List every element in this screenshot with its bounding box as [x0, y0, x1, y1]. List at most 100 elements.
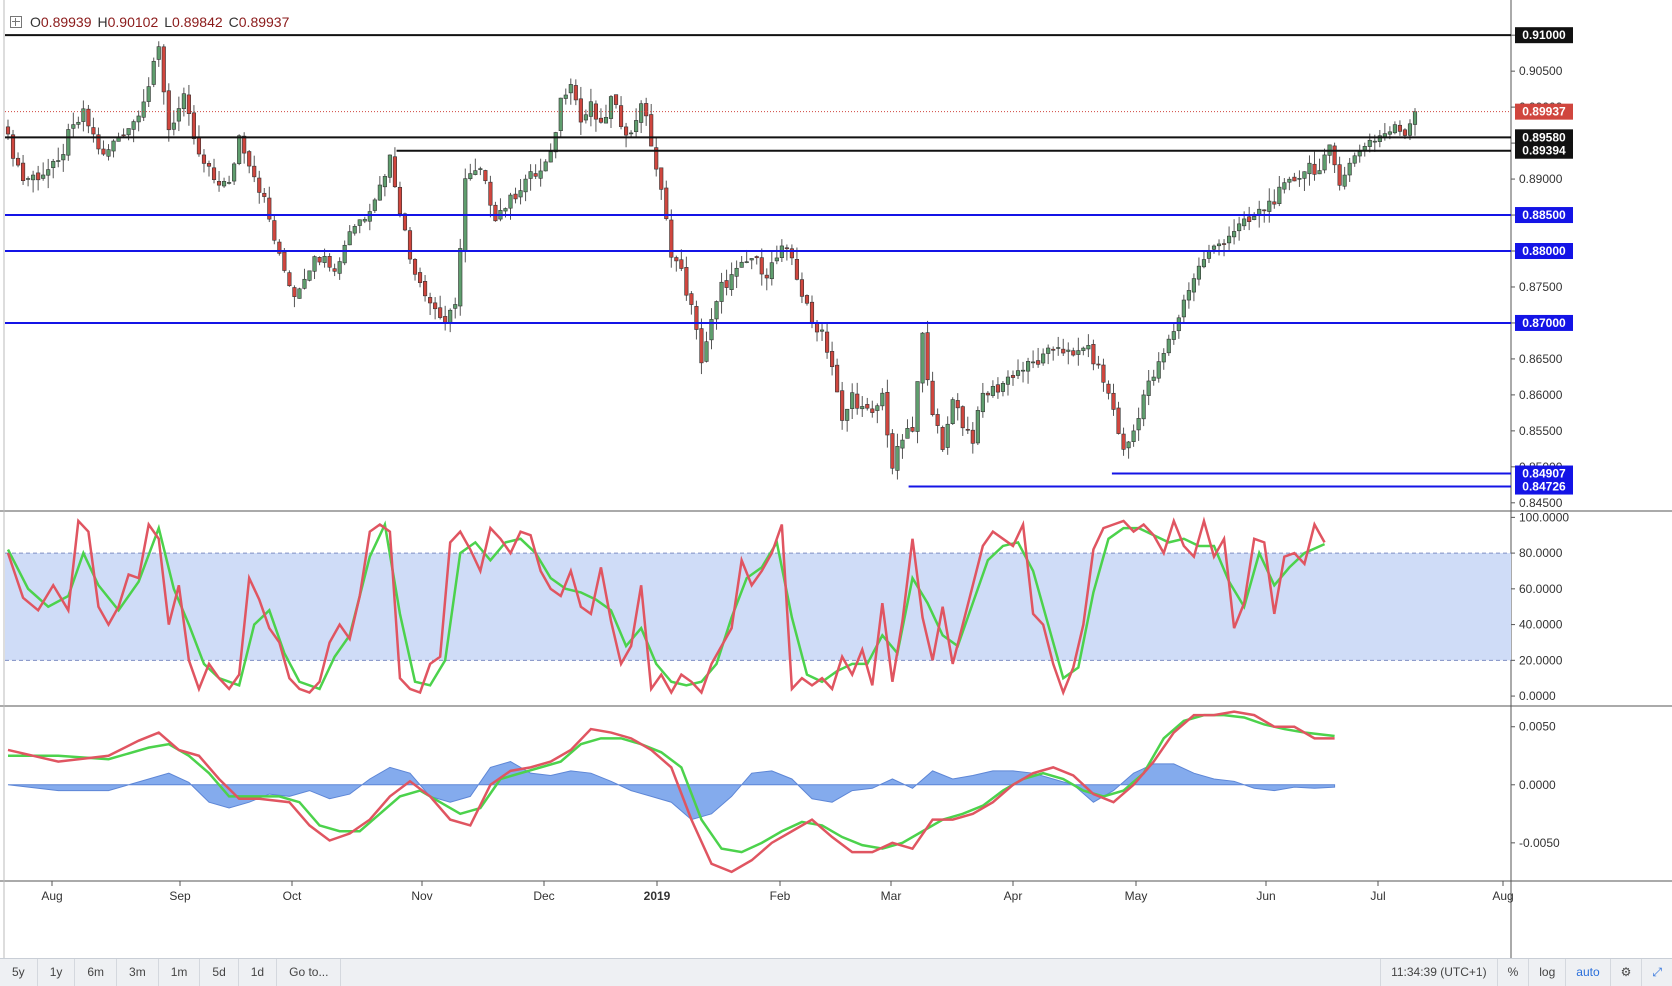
- candle: [156, 46, 161, 60]
- candle: [1086, 345, 1091, 350]
- candle: [950, 399, 955, 424]
- log-toggle[interactable]: log: [1528, 959, 1565, 986]
- candle: [769, 262, 774, 280]
- candle: [573, 85, 578, 101]
- candle: [438, 307, 443, 318]
- candle: [272, 220, 277, 241]
- stoch-tick-label: 0.0000: [1519, 689, 1556, 703]
- range-3m-button[interactable]: 3m: [117, 959, 159, 986]
- candle: [995, 384, 1000, 393]
- candle: [890, 433, 895, 469]
- candle: [749, 258, 754, 261]
- candle: [307, 270, 312, 281]
- candle: [809, 301, 815, 323]
- candle: [131, 121, 136, 130]
- candle: [784, 247, 789, 250]
- candle: [1066, 349, 1071, 352]
- candle: [26, 178, 31, 180]
- candle: [1357, 151, 1362, 157]
- candle: [955, 400, 960, 409]
- candle: [458, 248, 463, 307]
- candle: [171, 122, 176, 130]
- candle: [1302, 171, 1307, 179]
- fullscreen-icon[interactable]: ⤢: [1641, 959, 1672, 986]
- range-5y-button[interactable]: 5y: [0, 959, 38, 986]
- candle: [51, 160, 56, 169]
- range-1m-button[interactable]: 1m: [159, 959, 201, 986]
- candle: [694, 306, 699, 330]
- candle: [367, 211, 372, 222]
- candle: [206, 163, 212, 167]
- candle: [538, 170, 543, 179]
- candle: [1161, 353, 1166, 363]
- candle: [965, 428, 970, 431]
- candle: [81, 108, 86, 122]
- candle: [975, 410, 980, 444]
- candle: [774, 257, 779, 262]
- candle: [794, 259, 799, 280]
- candle: [533, 173, 538, 177]
- open-label: O0.89939: [30, 14, 92, 30]
- close-label: C0.89937: [228, 14, 290, 30]
- range-5d-button[interactable]: 5d: [200, 959, 239, 986]
- range-1y-button[interactable]: 1y: [38, 959, 76, 986]
- candle: [417, 272, 423, 283]
- range-1d-button[interactable]: 1d: [239, 959, 278, 986]
- time-tick-label: Jul: [1370, 889, 1385, 903]
- candle: [523, 178, 528, 193]
- candle: [257, 177, 262, 193]
- candle: [885, 391, 890, 436]
- candle: [1287, 178, 1292, 183]
- candle: [201, 154, 207, 164]
- candle: [483, 170, 488, 182]
- settings-gear-icon[interactable]: ⚙: [1609, 959, 1642, 986]
- candle: [1005, 376, 1011, 385]
- percent-toggle[interactable]: %: [1496, 959, 1529, 986]
- candle: [1106, 383, 1111, 394]
- candle: [412, 259, 418, 275]
- candle: [764, 274, 769, 279]
- candle: [292, 287, 297, 297]
- candle: [618, 105, 624, 127]
- candle: [830, 351, 835, 368]
- candle: [905, 428, 910, 439]
- candle: [166, 90, 171, 131]
- stoch-tick-label: 40.0000: [1519, 618, 1563, 632]
- candle: [56, 160, 61, 162]
- time-tick-label: Feb: [770, 889, 791, 903]
- range-6m-button[interactable]: 6m: [75, 959, 118, 986]
- candle: [382, 176, 387, 188]
- candle: [990, 385, 995, 396]
- candle: [1342, 174, 1347, 187]
- candle: [211, 167, 217, 180]
- candle: [1257, 208, 1262, 216]
- candle: [1221, 243, 1227, 245]
- candle: [960, 406, 965, 429]
- expand-icon[interactable]: [10, 16, 22, 28]
- auto-toggle[interactable]: auto: [1565, 959, 1609, 986]
- clock-readout[interactable]: 11:34:39 (UTC+1): [1380, 959, 1497, 986]
- candle: [5, 126, 11, 135]
- candle: [1020, 369, 1026, 372]
- candle: [232, 163, 237, 182]
- candle: [578, 98, 583, 123]
- candle: [980, 392, 985, 413]
- candle: [895, 446, 900, 471]
- candle: [583, 114, 588, 121]
- candle: [649, 114, 654, 147]
- candle: [448, 309, 453, 323]
- level-label: 0.89580: [1522, 130, 1566, 144]
- candle: [679, 259, 684, 269]
- macd-tick-label: 0.0000: [1519, 778, 1556, 792]
- candle: [1392, 124, 1397, 134]
- candle: [1036, 360, 1041, 365]
- candle: [1141, 394, 1146, 420]
- candle: [141, 101, 146, 118]
- chart-canvas[interactable]: 0.845000.850000.855000.860000.865000.870…: [0, 0, 1672, 958]
- candle: [1247, 216, 1252, 222]
- last-price-label: 0.89937: [1522, 105, 1566, 119]
- goto-button[interactable]: Go to...: [277, 959, 342, 986]
- candle: [433, 302, 438, 310]
- candle: [216, 181, 222, 186]
- candle: [312, 256, 317, 272]
